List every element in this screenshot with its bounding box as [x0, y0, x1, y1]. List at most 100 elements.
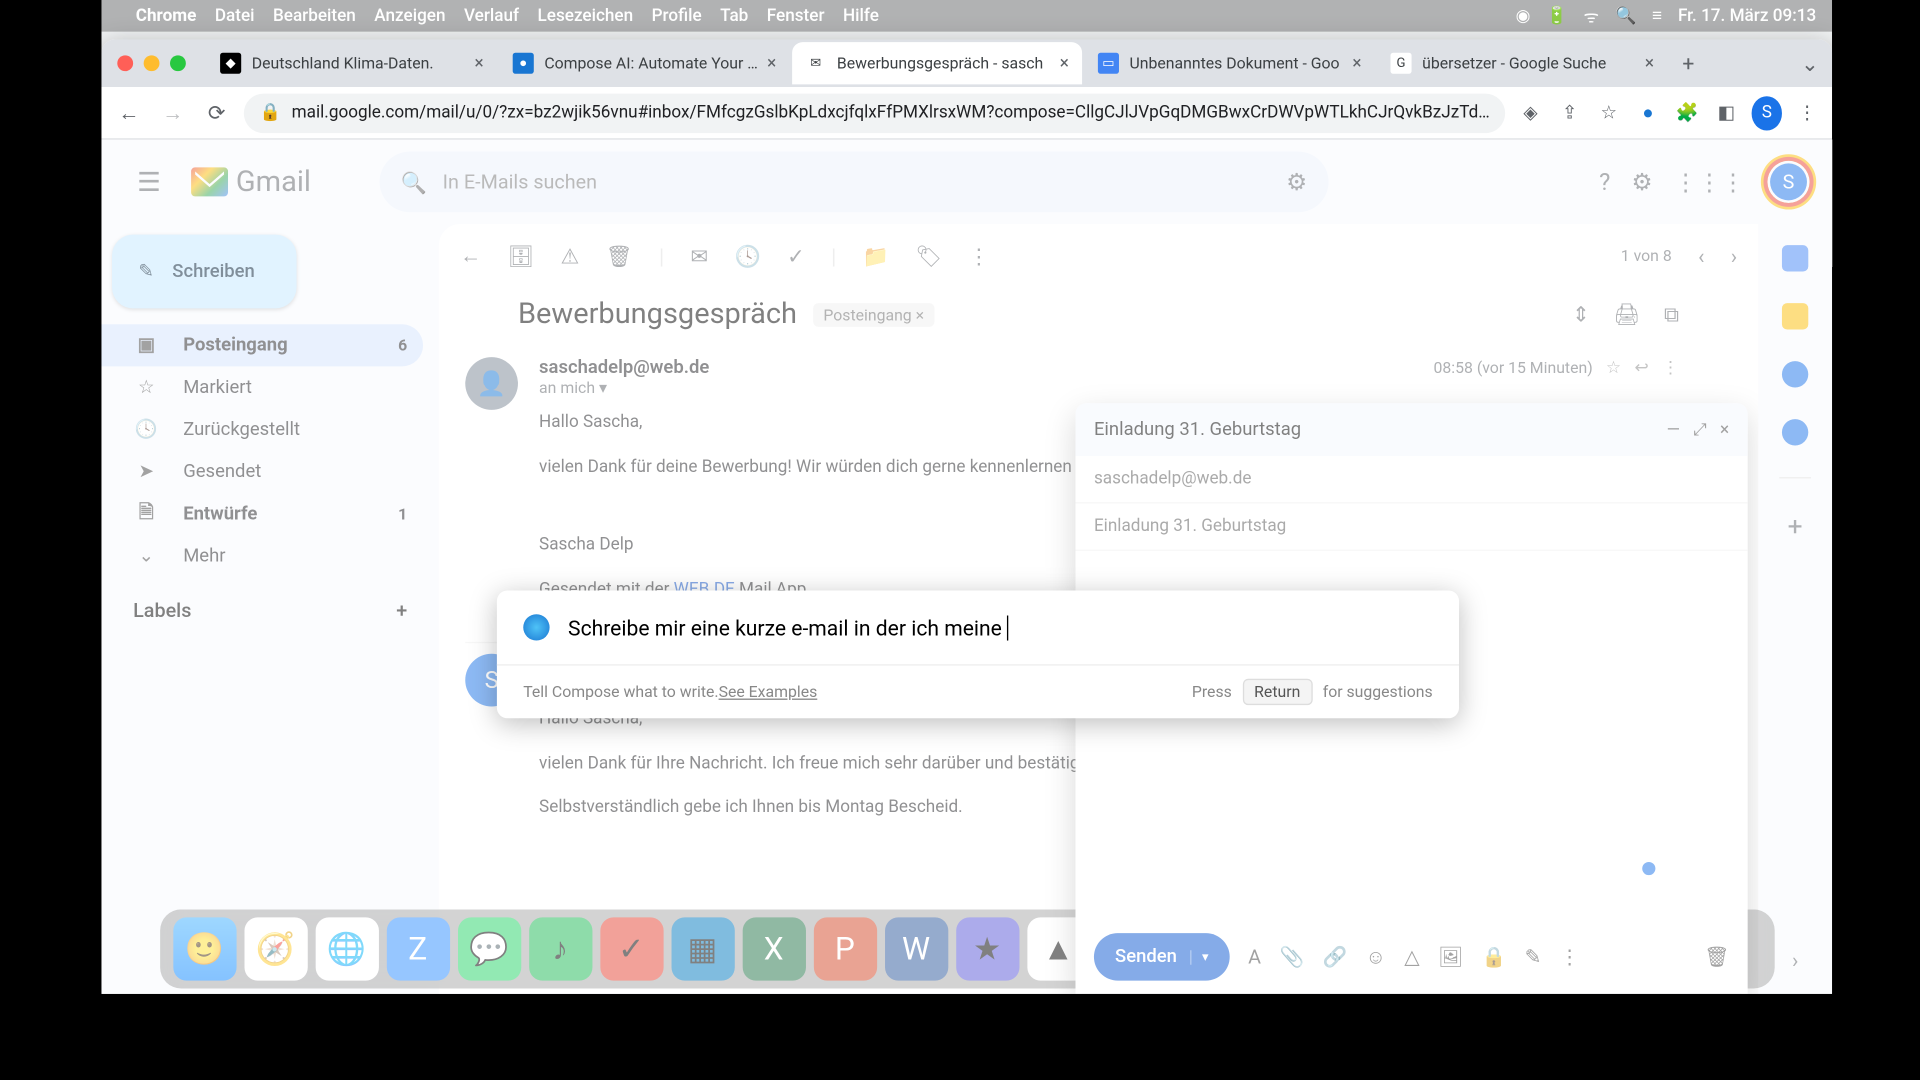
- sidebar-item-drafts[interactable]: 🗎 Entwürfe 1: [101, 493, 423, 535]
- tab-5[interactable]: G übersetzer - Google Suche ×: [1377, 42, 1667, 84]
- spotlight-icon[interactable]: 🔍: [1615, 6, 1636, 26]
- adblock-icon[interactable]: ◈: [1516, 102, 1545, 123]
- formatting-icon[interactable]: A: [1248, 945, 1261, 969]
- send-button[interactable]: Senden ▾: [1094, 933, 1230, 980]
- keep-icon[interactable]: [1782, 303, 1808, 329]
- more-icon[interactable]: ⋮: [968, 243, 989, 268]
- more-icon[interactable]: ⋮: [1662, 358, 1679, 378]
- menubar-clock[interactable]: Fr. 17. März 09:13: [1678, 6, 1816, 26]
- window-controls[interactable]: [117, 55, 186, 71]
- send-options-icon[interactable]: ▾: [1190, 950, 1208, 964]
- account-avatar[interactable]: S: [1766, 159, 1811, 204]
- help-icon[interactable]: ?: [1599, 168, 1610, 196]
- delete-icon[interactable]: 🗑: [606, 243, 633, 268]
- collapse-panel-icon[interactable]: ›: [1792, 948, 1798, 973]
- tab-close-icon[interactable]: ×: [475, 53, 484, 73]
- gmail-logo[interactable]: Gmail: [191, 165, 311, 198]
- compose-ext-icon[interactable]: ●: [1634, 101, 1663, 123]
- whatsapp-icon[interactable]: 💬: [457, 917, 520, 980]
- tab-close-icon[interactable]: ×: [1060, 53, 1069, 73]
- record-icon[interactable]: ◉: [1516, 6, 1531, 26]
- tab-overflow-icon[interactable]: ⌄: [1801, 51, 1819, 76]
- wifi-icon[interactable]: ᯤ: [1584, 4, 1600, 28]
- chrome-menu-icon[interactable]: ⋮: [1793, 102, 1822, 123]
- main-menu-icon[interactable]: ☰: [123, 166, 176, 198]
- extensions-icon[interactable]: 🧩: [1673, 102, 1702, 123]
- menu-verlauf[interactable]: Verlauf: [464, 6, 519, 26]
- todoist-icon[interactable]: ✓: [600, 917, 663, 980]
- more-icon[interactable]: ⋮: [1560, 945, 1580, 969]
- label-icon[interactable]: 🏷: [915, 243, 942, 268]
- sidebar-item-starred[interactable]: ☆ Markiert: [101, 366, 423, 408]
- signature-icon[interactable]: ✎: [1525, 945, 1542, 969]
- control-center-icon[interactable]: ≡: [1652, 5, 1662, 26]
- imovie-icon[interactable]: ★: [956, 917, 1019, 980]
- trello-icon[interactable]: ▦: [671, 917, 734, 980]
- forward-button[interactable]: →: [156, 100, 189, 126]
- drive-icon[interactable]: △: [1404, 945, 1419, 969]
- expand-icon[interactable]: ⤢: [1693, 420, 1707, 440]
- expand-icon[interactable]: ⇕: [1572, 301, 1590, 327]
- minimize-window-icon[interactable]: [144, 55, 160, 71]
- move-icon[interactable]: 📁: [863, 243, 889, 268]
- discard-icon[interactable]: 🗑: [1704, 945, 1729, 969]
- minimize-icon[interactable]: —: [1667, 420, 1680, 440]
- spam-icon[interactable]: ⚠: [561, 243, 580, 268]
- menu-fenster[interactable]: Fenster: [767, 6, 825, 26]
- settings-icon[interactable]: ⚙: [1631, 168, 1652, 196]
- tab-2[interactable]: ● Compose AI: Automate Your W ×: [500, 42, 790, 84]
- compose-header[interactable]: Einladung 31. Geburtstag — ⤢ ×: [1075, 403, 1747, 456]
- compose-button[interactable]: ✎ Schreiben: [112, 235, 297, 309]
- next-icon[interactable]: ›: [1731, 243, 1737, 268]
- sidebar-item-sent[interactable]: ➤ Gesendet: [101, 451, 423, 493]
- zoom-icon[interactable]: Z: [386, 917, 449, 980]
- compose-ai-input[interactable]: Schreibe mir eine kurze e-mail in der ic…: [568, 615, 1433, 640]
- excel-icon[interactable]: X: [742, 917, 805, 980]
- popout-icon[interactable]: ⧉: [1664, 301, 1679, 327]
- menu-profile[interactable]: Profile: [652, 6, 702, 26]
- profile-avatar[interactable]: S: [1751, 96, 1782, 130]
- subject-field[interactable]: Einladung 31. Geburtstag: [1075, 503, 1747, 550]
- word-icon[interactable]: W: [884, 917, 947, 980]
- menu-tab[interactable]: Tab: [720, 6, 748, 26]
- tab-close-icon[interactable]: ×: [1352, 53, 1361, 73]
- contacts-icon[interactable]: [1782, 419, 1808, 445]
- inbox-chip[interactable]: Posteingang ×: [813, 302, 935, 326]
- calendar-icon[interactable]: [1782, 245, 1808, 271]
- tab-close-icon[interactable]: ×: [767, 53, 776, 73]
- tab-close-icon[interactable]: ×: [1645, 53, 1654, 73]
- sidebar-item-more[interactable]: ⌄ Mehr: [101, 535, 423, 577]
- powerpoint-icon[interactable]: P: [813, 917, 876, 980]
- tab-4[interactable]: ▭ Unbenanntes Dokument - Goo ×: [1085, 42, 1375, 84]
- new-tab-button[interactable]: +: [1670, 51, 1707, 76]
- mark-unread-icon[interactable]: ✉: [690, 243, 708, 268]
- share-icon[interactable]: ⇪: [1555, 102, 1584, 123]
- maximize-window-icon[interactable]: [170, 55, 186, 71]
- close-icon[interactable]: ×: [1720, 420, 1729, 440]
- finder-icon[interactable]: 🙂: [173, 917, 236, 980]
- back-button[interactable]: ←: [112, 100, 145, 126]
- close-window-icon[interactable]: [117, 55, 133, 71]
- search-options-icon[interactable]: ⚙: [1286, 168, 1307, 196]
- add-task-icon[interactable]: ✓: [787, 243, 805, 268]
- sidebar-item-snoozed[interactable]: 🕓 Zurückgestellt: [101, 409, 423, 451]
- grammarly-icon[interactable]: [1642, 862, 1655, 875]
- print-icon[interactable]: 🖨: [1614, 301, 1641, 327]
- emoji-icon[interactable]: ☺: [1366, 945, 1386, 969]
- menu-hilfe[interactable]: Hilfe: [843, 6, 879, 26]
- battery-icon[interactable]: 🔋: [1546, 6, 1567, 26]
- tasks-icon[interactable]: [1782, 361, 1808, 387]
- menu-lesezeichen[interactable]: Lesezeichen: [538, 6, 634, 26]
- url-input[interactable]: 🔒 mail.google.com/mail/u/0/?zx=bz2wjik56…: [244, 93, 1506, 133]
- menu-anzeigen[interactable]: Anzeigen: [374, 6, 445, 26]
- reload-button[interactable]: ⟳: [200, 100, 233, 125]
- reply-icon[interactable]: ↩: [1634, 358, 1648, 378]
- sidepanel-icon[interactable]: ◧: [1712, 102, 1741, 123]
- link-icon[interactable]: 🔗: [1323, 945, 1348, 969]
- chrome-icon[interactable]: 🌐: [315, 917, 378, 980]
- see-examples-link[interactable]: See Examples: [719, 683, 818, 701]
- menubar-app[interactable]: Chrome: [136, 6, 197, 26]
- details-dropdown-icon[interactable]: ▾: [599, 378, 607, 396]
- apps-icon[interactable]: ⋮⋮⋮: [1674, 168, 1745, 196]
- search-input[interactable]: [443, 170, 1286, 194]
